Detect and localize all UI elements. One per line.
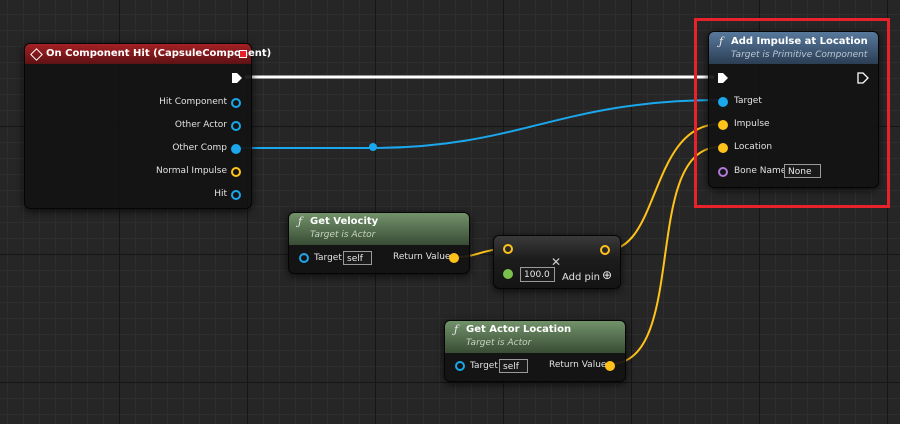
- vector-input-pin-icon[interactable]: [503, 244, 513, 254]
- pin-label-target: Target: [314, 253, 342, 263]
- node-subtitle: Target is Actor: [466, 338, 532, 348]
- other-comp-pin-icon[interactable]: [231, 144, 241, 154]
- function-icon: ƒ: [454, 323, 459, 336]
- pin-label-hit: Hit: [214, 189, 227, 199]
- vector-multiply-node[interactable]: ✕ 100.0 Add pin ⊕: [493, 235, 621, 289]
- pin-label-return-value: Return Value: [393, 252, 451, 262]
- pin-label-other-comp: Other Comp: [172, 143, 227, 153]
- get-velocity-node[interactable]: ƒ Get Velocity Target is Actor Target se…: [288, 212, 470, 274]
- pin-label-return-value: Return Value: [549, 360, 607, 370]
- target-pin-icon[interactable]: [455, 361, 465, 371]
- pin-label-hit-component: Hit Component: [159, 97, 227, 107]
- return-value-pin-icon[interactable]: [605, 361, 615, 371]
- add-pin-label[interactable]: Add pin: [562, 272, 600, 283]
- function-icon: ƒ: [298, 215, 303, 228]
- pin-label-target: Target: [470, 361, 498, 371]
- highlight-box: [694, 18, 890, 208]
- target-self-field[interactable]: self: [499, 359, 528, 373]
- node-title: Get Velocity: [310, 216, 379, 227]
- node-title: On Component Hit (CapsuleComponent): [46, 48, 272, 59]
- float-input-pin-icon[interactable]: [503, 269, 513, 279]
- target-pin-icon[interactable]: [299, 253, 309, 263]
- target-self-field[interactable]: self: [343, 251, 372, 265]
- on-component-hit-node[interactable]: On Component Hit (CapsuleComponent) Hit …: [24, 43, 271, 209]
- get-actor-location-node[interactable]: ƒ Get Actor Location Target is Actor Tar…: [444, 320, 626, 382]
- node-subtitle: Target is Actor: [310, 230, 376, 240]
- vector-output-pin-icon[interactable]: [600, 245, 610, 255]
- other-comp-wire: [238, 99, 721, 149]
- node-title: Get Actor Location: [466, 324, 572, 335]
- exec-out-pin-icon[interactable]: [231, 72, 243, 84]
- pin-label-other-actor: Other Actor: [174, 120, 227, 130]
- pin-label-normal-impulse: Normal Impulse: [156, 166, 227, 176]
- wire-reroute-knot: [369, 143, 377, 151]
- add-pin-plus-icon[interactable]: ⊕: [602, 268, 612, 282]
- return-value-pin-icon[interactable]: [449, 253, 459, 263]
- hit-pin-icon[interactable]: [231, 190, 241, 200]
- delegate-pin-icon[interactable]: [239, 50, 247, 58]
- hit-component-pin-icon[interactable]: [231, 98, 241, 108]
- normal-impulse-pin-icon[interactable]: [231, 167, 241, 177]
- other-actor-pin-icon[interactable]: [231, 121, 241, 131]
- multiplier-value-field[interactable]: 100.0: [520, 267, 555, 282]
